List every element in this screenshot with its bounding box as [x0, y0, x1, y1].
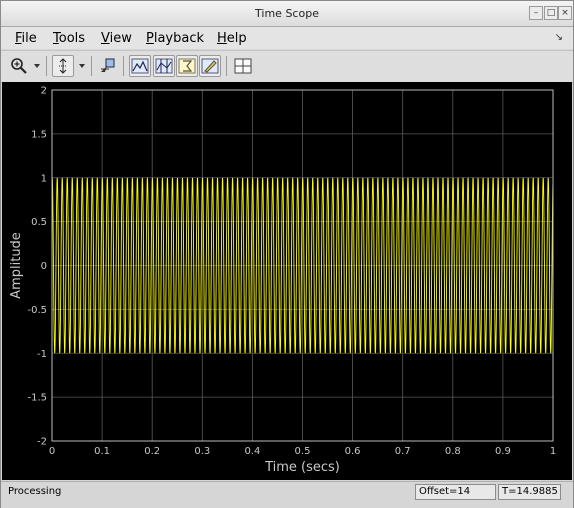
peak-finder-icon — [201, 58, 219, 74]
x-tick-labels: 0 0.1 0.2 0.3 0.4 0.5 0.6 0.7 0.8 0.9 1 — [49, 446, 556, 457]
x-tick-label: 0 — [49, 446, 55, 457]
cursor-measurements-icon — [155, 58, 173, 74]
y-axis-label: Amplitude — [9, 232, 24, 299]
x-tick-label: 0.5 — [295, 446, 311, 457]
menu-tools-label: ools — [58, 31, 86, 46]
triggers-icon — [131, 58, 149, 74]
toolbar-separator — [123, 56, 124, 76]
y-tick-label: 2 — [41, 86, 47, 97]
highlight-simulink-icon — [101, 58, 115, 72]
menu-bar: File Tools View Playback Help ↘ — [1, 27, 573, 49]
x-tick-label: 1 — [550, 446, 556, 457]
y-tick-label: -1.5 — [27, 393, 47, 404]
x-tick-label: 0.3 — [194, 446, 210, 457]
menu-view-mnemonic: V — [101, 31, 110, 46]
signal-statistics-icon — [178, 58, 196, 74]
x-axis-label: Time (secs) — [264, 460, 340, 475]
x-tick-label: 0.9 — [495, 446, 511, 457]
y-tick-label: -0.5 — [27, 305, 47, 316]
y-tick-label: 0 — [41, 261, 47, 272]
offset-field: Offset=14 — [415, 484, 496, 500]
autoscale-icon — [59, 58, 67, 74]
y-tick-labels: 2 1.5 1 0.5 0 -0.5 -1 -1.5 -2 — [27, 86, 47, 448]
menu-tools[interactable]: Tools — [53, 31, 85, 46]
status-text: Processing — [8, 486, 62, 497]
menu-file[interactable]: File — [15, 31, 37, 46]
scope-display: 0 0.1 0.2 0.3 0.4 0.5 0.6 0.7 0.8 0.9 1 2 1.5 1 0.5 0-… — [2, 82, 572, 480]
minimize-button[interactable]: – — [529, 6, 543, 20]
y-tick-label: 0.5 — [31, 217, 47, 228]
zoom-button[interactable] — [8, 55, 30, 77]
dock-arrow-icon[interactable]: ↘ — [555, 32, 563, 43]
time-scope-window: Time Scope – □ × File Tools View Playbac… — [0, 0, 574, 508]
status-bar: Processing Offset=14 T=14.9885 — [1, 481, 573, 508]
cursor-measurements-button[interactable] — [153, 55, 175, 77]
x-tick-label: 0.6 — [345, 446, 361, 457]
menu-view-label: iew — [109, 31, 132, 46]
toolbar-separator — [226, 56, 227, 76]
layout-icon — [234, 58, 252, 74]
menu-help-label: elp — [226, 31, 247, 46]
x-tick-label: 0.8 — [445, 446, 461, 457]
toolbar — [1, 50, 573, 83]
layout-button[interactable] — [232, 55, 254, 77]
plot-grid — [51, 89, 554, 442]
autoscale-button[interactable] — [52, 55, 74, 77]
zoom-icon — [11, 58, 27, 74]
x-tick-label: 0.7 — [395, 446, 411, 457]
y-tick-label: 1 — [41, 173, 47, 184]
y-tick-label: -2 — [37, 437, 47, 448]
x-tick-label: 0.1 — [94, 446, 110, 457]
amplitude-plot: 0 0.1 0.2 0.3 0.4 0.5 0.6 0.7 0.8 0.9 1 21.510.50-… — [9, 86, 556, 476]
menu-help-mnemonic: H — [217, 31, 227, 46]
toolbar-separator — [91, 56, 92, 76]
maximize-button[interactable]: □ — [544, 6, 558, 20]
y-tick-label: -1 — [37, 349, 47, 360]
menu-view[interactable]: View — [101, 31, 132, 46]
menu-file-label: ile — [21, 31, 37, 46]
zoom-dropdown-icon[interactable] — [34, 64, 40, 68]
close-button[interactable]: × — [558, 6, 572, 20]
x-tick-label: 0.4 — [244, 446, 260, 457]
signal-statistics-button[interactable] — [176, 55, 198, 77]
menu-playback-label: layback — [153, 31, 205, 46]
time-field: T=14.9885 — [498, 484, 561, 500]
highlight-simulink-button[interactable] — [97, 55, 119, 77]
autoscale-dropdown-icon[interactable] — [79, 64, 85, 68]
menu-playback[interactable]: Playback — [146, 31, 204, 46]
triggers-button[interactable] — [129, 55, 151, 77]
title-bar: Time Scope – □ × — [1, 1, 573, 27]
peak-finder-button[interactable] — [199, 55, 221, 77]
menu-help[interactable]: Help — [217, 31, 247, 46]
y-tick-label: 1.5 — [31, 129, 47, 140]
window-title: Time Scope — [255, 7, 319, 20]
toolbar-separator — [46, 56, 47, 76]
x-tick-label: 0.2 — [144, 446, 160, 457]
menu-playback-mnemonic: P — [146, 31, 154, 46]
